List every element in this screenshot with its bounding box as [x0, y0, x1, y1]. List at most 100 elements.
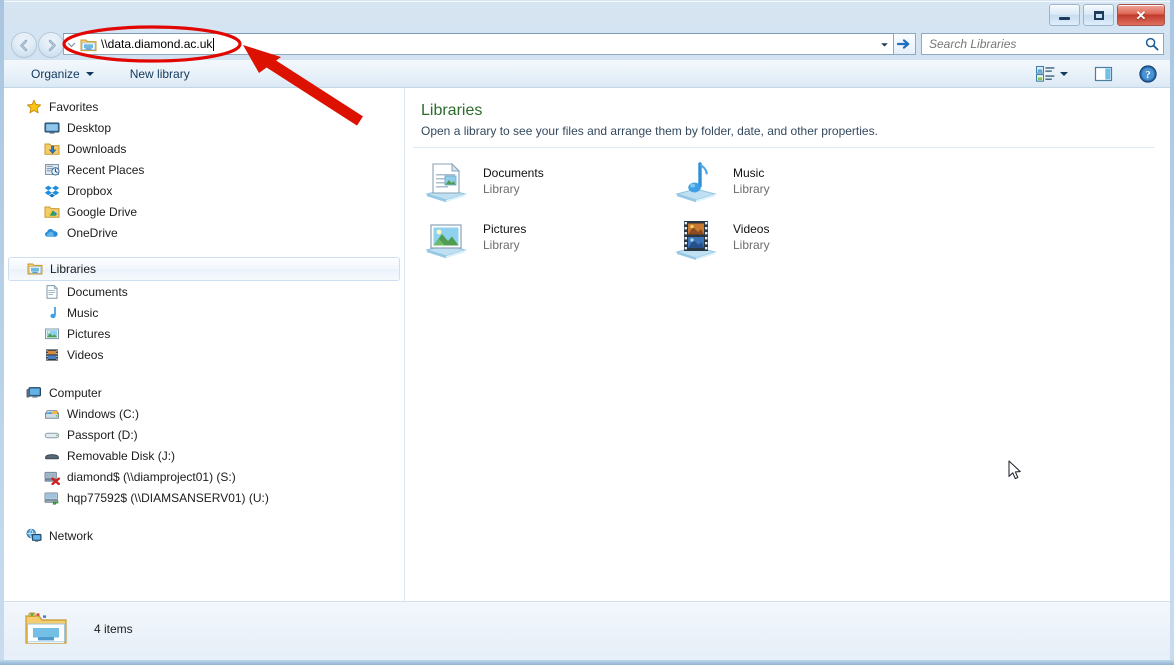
search-input[interactable]: Search Libraries [929, 37, 1145, 51]
previous-locations-button[interactable] [64, 40, 79, 49]
sidebar-item-label: Google Drive [67, 204, 138, 219]
sidebar-item-removable-disk-j[interactable]: Removable Disk (J:) [4, 445, 404, 466]
text-caret [213, 37, 215, 51]
search-icon [1145, 37, 1159, 51]
go-button[interactable] [894, 33, 916, 55]
sidebar-item-label: Dropbox [67, 183, 113, 198]
go-arrow-icon [897, 39, 910, 49]
library-name: Music [733, 166, 765, 180]
title-bar: ✕ [0, 0, 1174, 28]
preview-pane-icon [1094, 66, 1113, 82]
pictures-library-icon [44, 326, 60, 342]
sidebar-group-label: Network [49, 528, 94, 543]
sidebar-item-windows-c[interactable]: Windows (C:) [4, 403, 404, 424]
preview-pane-button[interactable] [1089, 63, 1118, 85]
sidebar-item-label: Removable Disk (J:) [67, 448, 176, 463]
address-bar[interactable]: \\data.diamond.ac.uk [63, 33, 894, 55]
help-button[interactable]: ? [1134, 62, 1162, 86]
explorer-window: ✕ \\data.diamond.ac.uk Search Libraries … [0, 0, 1174, 665]
library-name: Videos [733, 222, 770, 236]
maximize-button[interactable] [1083, 4, 1114, 26]
sidebar-item-label: Pictures [67, 326, 111, 341]
library-name: Pictures [483, 222, 527, 236]
new-library-label: New library [129, 66, 190, 81]
libraries-icon [27, 261, 43, 277]
sidebar-item-dropbox[interactable]: Dropbox [4, 180, 404, 201]
sidebar-item-pictures[interactable]: Pictures [4, 323, 404, 344]
minimize-icon [1059, 17, 1070, 20]
organize-button[interactable]: Organize [22, 63, 103, 85]
navigation-buttons [11, 32, 64, 58]
sidebar-group-libraries[interactable]: Libraries [8, 257, 400, 281]
chevron-down-icon [85, 71, 94, 76]
sidebar-item-music[interactable]: Music [4, 302, 404, 323]
sidebar-item-recent-places[interactable]: Recent Places [4, 159, 404, 180]
library-item-pictures[interactable]: Pictures Library [421, 216, 526, 262]
removable-disk-icon [44, 448, 60, 464]
library-text: Documents Library [483, 166, 544, 196]
system-drive-icon [44, 406, 60, 422]
videos-library-icon [44, 347, 60, 363]
pictures-library-icon [421, 216, 471, 262]
library-item-music[interactable]: Music Library [671, 160, 770, 206]
sidebar-item-label: Windows (C:) [67, 406, 140, 421]
sidebar-item-desktop[interactable]: Desktop [4, 117, 404, 138]
new-library-button[interactable]: New library [121, 63, 199, 85]
sidebar-item-label: hqp77592$ (\\DIAMSANSERV01) (U:) [67, 490, 269, 505]
sidebar-group-computer[interactable]: Computer [4, 382, 404, 403]
videos-library-icon [671, 216, 721, 262]
forward-arrow-icon [48, 39, 56, 51]
google-drive-icon [44, 204, 60, 220]
star-icon [26, 99, 42, 115]
sidebar-group-network[interactable]: Network [4, 525, 404, 546]
page-subtitle: Open a library to see your files and arr… [421, 124, 878, 138]
list-header: Libraries Open a library to see your fil… [405, 88, 1170, 138]
back-button[interactable] [11, 32, 37, 58]
desktop-icon [44, 120, 60, 136]
library-item-videos[interactable]: Videos Library [671, 216, 770, 262]
sidebar-item-hqp77592-u[interactable]: hqp77592$ (\\DIAMSANSERV01) (U:) [4, 487, 404, 508]
navigation-tree: Favorites Desktop Downloads Recent Place… [4, 88, 404, 546]
chevron-down-icon [1060, 72, 1068, 76]
sidebar-item-documents[interactable]: Documents [4, 281, 404, 302]
documents-library-icon [421, 160, 471, 206]
status-item-count: 4 items [94, 622, 133, 636]
music-library-icon [671, 160, 721, 206]
sidebar-item-onedrive[interactable]: OneDrive [4, 222, 404, 243]
sidebar-group-favorites[interactable]: Favorites [4, 96, 404, 117]
sidebar-item-google-drive[interactable]: Google Drive [4, 201, 404, 222]
sidebar-item-label: Passport (D:) [67, 427, 138, 442]
sidebar-item-label: Music [67, 305, 99, 320]
disconnected-network-drive-icon [44, 469, 60, 485]
maximize-icon [1093, 10, 1104, 20]
sidebar-item-label: Videos [67, 347, 104, 362]
sidebar-item-downloads[interactable]: Downloads [4, 138, 404, 159]
sidebar-item-label: diamond$ (\\diamproject01) (S:) [67, 469, 236, 484]
change-view-button[interactable] [1031, 63, 1073, 85]
documents-library-icon [44, 284, 60, 300]
sidebar-item-passport-d[interactable]: Passport (D:) [4, 424, 404, 445]
organize-label: Organize [31, 66, 80, 81]
sidebar-item-videos[interactable]: Videos [4, 344, 404, 365]
library-text: Music Library [733, 166, 770, 196]
onedrive-cloud-icon [44, 225, 60, 241]
network-folder-icon [80, 37, 97, 52]
sidebar-group-label: Computer [49, 385, 102, 400]
content-area: Favorites Desktop Downloads Recent Place… [4, 88, 1170, 601]
address-bar-path[interactable]: \\data.diamond.ac.uk [101, 37, 212, 51]
forward-button[interactable] [38, 32, 64, 58]
chevron-down-icon [880, 42, 888, 47]
network-icon [26, 528, 42, 544]
close-button[interactable]: ✕ [1117, 4, 1165, 26]
search-box[interactable]: Search Libraries [921, 33, 1164, 55]
sidebar-item-label: Documents [67, 284, 128, 299]
file-list-pane: Libraries Open a library to see your fil… [405, 88, 1170, 601]
network-drive-icon [44, 490, 60, 506]
library-kind: Library [483, 182, 520, 196]
minimize-button[interactable] [1049, 4, 1080, 26]
address-dropdown-button[interactable] [875, 34, 893, 54]
library-item-documents[interactable]: Documents Library [421, 160, 544, 206]
sidebar-item-diamond-s[interactable]: diamond$ (\\diamproject01) (S:) [4, 466, 404, 487]
